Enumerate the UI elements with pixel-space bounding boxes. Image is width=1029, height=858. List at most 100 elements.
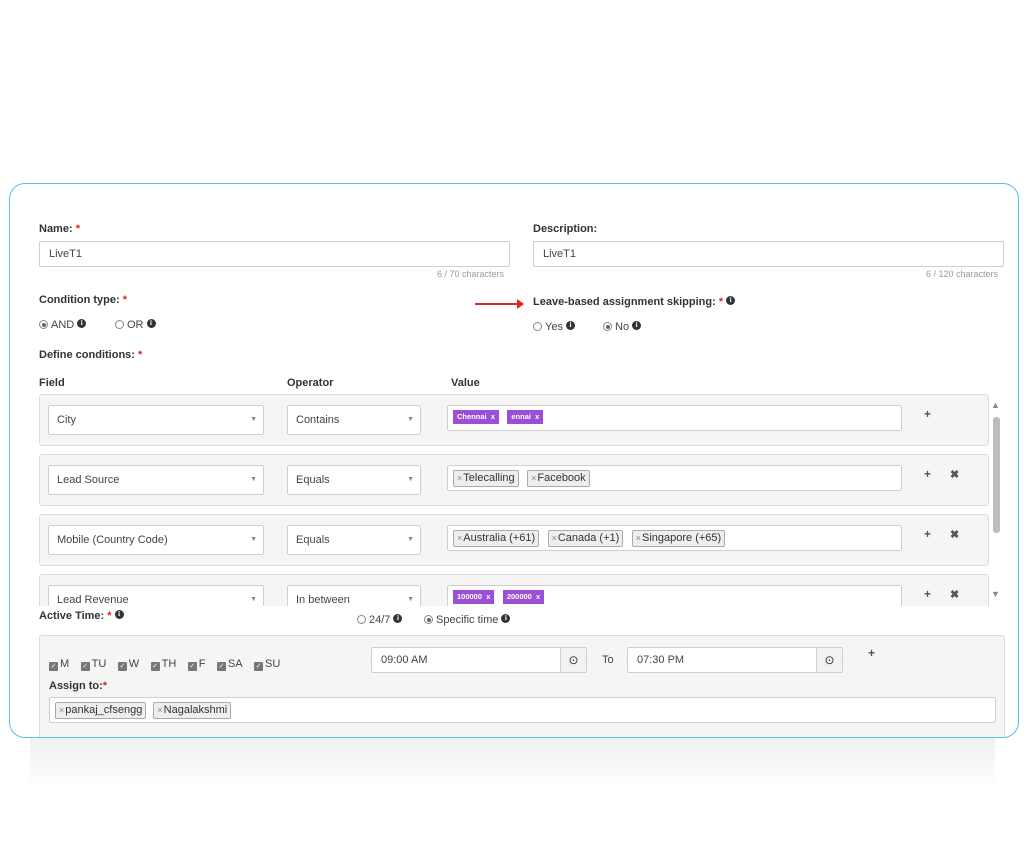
field-select[interactable]: City ▼	[48, 405, 264, 435]
field-select[interactable]: Mobile (Country Code) ▼	[48, 525, 264, 555]
day-checkbox-tue[interactable]: ✓ TU	[80, 658, 106, 671]
add-condition-button[interactable]: +	[924, 407, 931, 421]
add-condition-button[interactable]: +	[924, 467, 931, 481]
assign-to-input[interactable]: ×pankaj_cfsengg ×Nagalakshmi	[49, 697, 996, 723]
info-icon: i	[726, 296, 736, 305]
check-icon: ✓	[254, 662, 264, 671]
stage: Name: * LiveT1 6 / 70 characters Descrip…	[0, 0, 1029, 858]
scroll-down-arrow[interactable]: ▼	[991, 589, 1000, 599]
value-tag[interactable]: ×Australia (+61)	[453, 530, 540, 547]
conditions-list: City ▼ Contains ▼ Chennai x ennai x + Lead…	[10, 392, 1010, 606]
scrollbar-thumb[interactable]	[993, 417, 1000, 533]
condition-row: Lead Source ▼ Equals ▼ ×Telecalling ×Faceb…	[39, 454, 989, 506]
value-tag[interactable]: ×Singapore (+65)	[631, 530, 726, 547]
value-tag[interactable]: ×Facebook	[527, 470, 590, 487]
remove-condition-button[interactable]: ✖	[950, 588, 959, 601]
chevron-down-icon: ▼	[250, 536, 257, 543]
value-tags-input[interactable]: ×Telecalling ×Facebook	[447, 465, 902, 491]
description-label: Description:	[533, 223, 598, 235]
day-checkbox-fri[interactable]: ✓ F	[187, 658, 205, 671]
leave-skipping-label: Leave-based assignment skipping: * i	[533, 296, 736, 308]
chevron-down-icon: ▼	[250, 596, 257, 603]
chevron-down-icon: ▼	[407, 536, 414, 543]
column-value: Value	[451, 377, 480, 389]
value-tag[interactable]: 100000 x	[453, 590, 495, 604]
day-checkbox-wed[interactable]: ✓ W	[117, 658, 139, 671]
card-shadow	[30, 735, 995, 790]
value-tags-input[interactable]: ×Australia (+61) ×Canada (+1) ×Singapore…	[447, 525, 902, 551]
name-label: Name: *	[39, 223, 80, 235]
add-condition-button[interactable]: +	[924, 527, 931, 541]
condition-and-radio[interactable]: AND i	[39, 315, 87, 333]
info-icon: i	[632, 321, 642, 330]
remove-condition-button[interactable]: ✖	[950, 468, 959, 481]
value-tags-input[interactable]: Chennai x ennai x	[447, 405, 902, 431]
day-checkbox-thu[interactable]: ✓ TH	[150, 658, 176, 671]
chevron-down-icon: ▼	[407, 476, 414, 483]
assign-to-label: Assign to:*	[49, 680, 108, 692]
value-tag[interactable]: 200000 x	[502, 590, 545, 604]
from-time-input[interactable]: 09:00 AM ⊙	[371, 647, 587, 673]
operator-select[interactable]: Equals ▼	[287, 465, 421, 495]
scroll-up-arrow[interactable]: ▲	[991, 400, 1000, 410]
check-icon: ✓	[49, 662, 58, 671]
to-label: To	[602, 654, 614, 666]
annotation-arrow-leave	[475, 299, 524, 309]
condition-row: Mobile (Country Code) ▼ Equals ▼ ×Australi…	[39, 514, 989, 566]
condition-type-label: Condition type: *	[39, 294, 127, 306]
value-tag[interactable]: ×Telecalling	[453, 470, 519, 487]
active-time-specific-radio[interactable]: Specific time i	[424, 610, 511, 628]
value-tags-input[interactable]: 100000 x 200000 x	[447, 585, 902, 606]
add-time-slot-button[interactable]: +	[868, 646, 875, 660]
radio-dot	[533, 322, 542, 331]
name-input[interactable]: LiveT1	[39, 241, 510, 267]
check-icon: ✓	[216, 662, 226, 671]
check-icon: ✓	[117, 662, 127, 671]
column-field: Field	[39, 377, 65, 389]
day-checkbox-sun[interactable]: ✓ SU	[254, 658, 280, 671]
info-icon: i	[77, 319, 87, 328]
chevron-down-icon: ▼	[250, 476, 257, 483]
operator-select[interactable]: Equals ▼	[287, 525, 421, 555]
add-condition-button[interactable]: +	[924, 587, 931, 601]
leave-yes-radio[interactable]: Yes i	[533, 317, 575, 335]
remove-condition-button[interactable]: ✖	[950, 528, 959, 541]
field-select[interactable]: Lead Source ▼	[48, 465, 264, 495]
column-operator: Operator	[287, 377, 334, 389]
schedule-panel: ✓ M ✓ TU ✓ W ✓ TH ✓ F ✓ SA ✓ SU 09:00 AM ⊙ To 0…	[39, 635, 1005, 737]
info-icon: i	[501, 614, 511, 623]
value-tag[interactable]: ×Canada (+1)	[547, 530, 624, 547]
info-icon: i	[393, 614, 403, 623]
active-time-label: Active Time: * i	[39, 610, 124, 622]
active-time-247-radio[interactable]: 24/7 i	[357, 610, 403, 628]
to-time-input[interactable]: 07:30 PM ⊙	[627, 647, 843, 673]
weekday-checkboxes: ✓ M ✓ TU ✓ W ✓ TH ✓ F ✓ SA ✓ SU	[49, 654, 287, 672]
description-input[interactable]: LiveT1	[533, 241, 1004, 267]
operator-select[interactable]: Contains ▼	[287, 405, 421, 435]
info-icon: i	[146, 319, 156, 328]
clock-icon[interactable]: ⊙	[560, 648, 586, 672]
name-counter: 6 / 70 characters	[437, 269, 505, 279]
user-tag[interactable]: ×Nagalakshmi	[153, 702, 232, 719]
operator-select[interactable]: In between ▼	[287, 585, 421, 606]
radio-dot	[115, 320, 124, 329]
value-tag[interactable]: ennai x	[507, 410, 544, 424]
radio-dot	[424, 615, 433, 624]
chevron-down-icon: ▼	[407, 416, 414, 423]
clock-icon[interactable]: ⊙	[816, 648, 842, 672]
field-select[interactable]: Lead Revenue ▼	[48, 585, 264, 606]
day-checkbox-sat[interactable]: ✓ SA	[216, 658, 243, 671]
define-conditions-label: Define conditions: *	[39, 349, 143, 361]
chevron-down-icon: ▼	[407, 596, 414, 603]
check-icon: ✓	[150, 662, 160, 671]
condition-row: Lead Revenue ▼ In between ▼ 100000 x 20000…	[39, 574, 989, 606]
user-tag[interactable]: ×pankaj_cfsengg	[55, 702, 147, 719]
leave-no-radio[interactable]: No i	[603, 317, 642, 335]
condition-row: City ▼ Contains ▼ Chennai x ennai x +	[39, 394, 989, 446]
value-tag[interactable]: Chennai x	[453, 410, 499, 424]
condition-or-radio[interactable]: OR i	[115, 315, 156, 333]
radio-dot	[357, 615, 366, 624]
radio-dot	[603, 322, 612, 331]
radio-dot	[39, 320, 48, 329]
day-checkbox-mon[interactable]: ✓ M	[49, 658, 69, 671]
